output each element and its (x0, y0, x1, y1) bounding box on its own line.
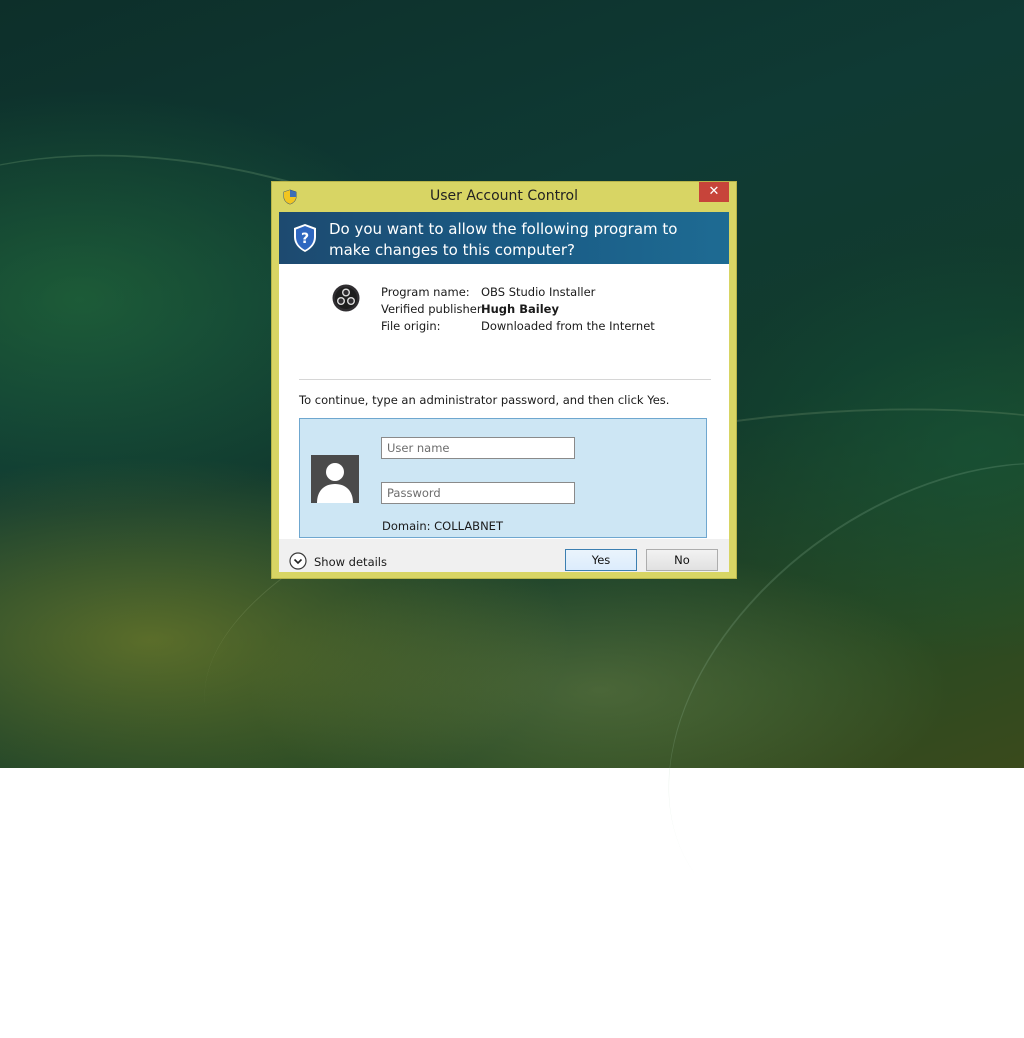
show-details-label[interactable]: Show details (314, 555, 387, 569)
program-name-value: OBS Studio Installer (481, 285, 596, 299)
username-input[interactable] (381, 437, 575, 459)
user-silhouette-icon (317, 463, 353, 503)
domain-label: Domain: COLLABNET (382, 519, 503, 533)
file-origin-value: Downloaded from the Internet (481, 319, 655, 333)
no-button[interactable]: No (646, 549, 718, 571)
password-input[interactable] (381, 482, 575, 504)
dialog-client-area: ? Do you want to allow the following pro… (279, 212, 729, 572)
chevron-down-icon[interactable] (289, 552, 307, 570)
publisher-label: Verified publisher: (381, 302, 486, 316)
uac-dialog: User Account Control ✕ ? Do you want to … (271, 181, 737, 579)
obs-studio-icon (332, 284, 360, 312)
uac-question-text: Do you want to allow the following progr… (329, 220, 678, 259)
uac-shield-question-icon: ? (294, 224, 316, 252)
divider (299, 379, 711, 380)
svg-text:?: ? (301, 231, 309, 247)
program-name-label: Program name: (381, 285, 470, 299)
program-info: Program name: OBS Studio Installer Verif… (279, 264, 729, 348)
title-bar[interactable]: User Account Control ✕ (272, 182, 736, 212)
publisher-value: Hugh Bailey (481, 302, 559, 316)
user-avatar-icon (311, 455, 359, 503)
dialog-footer: Show details Yes No (279, 539, 729, 572)
window-title: User Account Control (430, 188, 578, 204)
credential-panel[interactable]: Domain: COLLABNET (299, 418, 707, 538)
instruction-text: To continue, type an administrator passw… (299, 393, 670, 407)
file-origin-label: File origin: (381, 319, 441, 333)
question-banner: ? Do you want to allow the following pro… (279, 212, 729, 264)
close-button[interactable]: ✕ (699, 182, 729, 202)
yes-button[interactable]: Yes (565, 549, 637, 571)
